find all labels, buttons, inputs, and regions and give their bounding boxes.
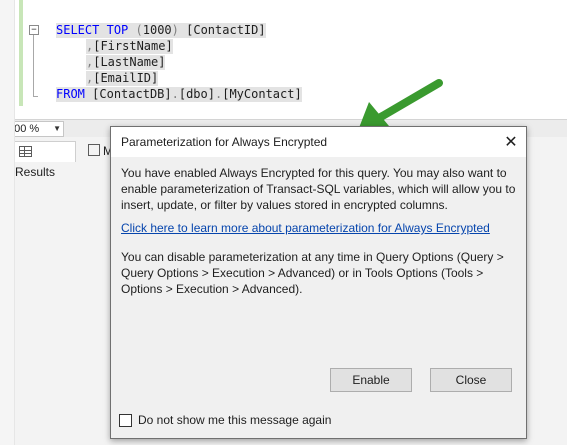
code-line-2[interactable]: ,[FirstName] xyxy=(86,39,173,54)
dialog-titlebar[interactable]: Parameterization for Always Encrypted ✕ xyxy=(111,127,526,157)
code-line-5[interactable]: FROM [ContactDB].[dbo].[MyContact] xyxy=(56,87,302,102)
close-icon[interactable]: ✕ xyxy=(496,127,526,157)
fold-guide xyxy=(33,35,34,97)
dialog-description: You have enabled Always Encrypted for th… xyxy=(121,166,516,212)
column-lastname: [LastName] xyxy=(93,55,166,69)
column-firstname: [FirstName] xyxy=(93,39,173,53)
schema-name: [dbo] xyxy=(178,87,215,101)
dialog-disable-info: You can disable parameterization at any … xyxy=(121,250,504,296)
query-editor[interactable]: ⇨ − SELECT TOP (1000) [ContactID] ,[Firs… xyxy=(0,0,567,119)
database-name: [ContactDB] xyxy=(92,87,172,101)
dont-show-again-checkbox[interactable] xyxy=(119,414,132,427)
code-line-1[interactable]: SELECT TOP (1000) [ContactID] xyxy=(56,23,266,38)
fold-guide-end xyxy=(33,96,38,97)
dot: . xyxy=(171,87,179,101)
message-icon xyxy=(88,144,100,156)
column-emailid: [EmailID] xyxy=(93,71,159,85)
dont-show-again-label[interactable]: Do not show me this message again xyxy=(138,413,331,427)
paren-open: ( xyxy=(135,23,143,37)
parameterization-dialog: Parameterization for Always Encrypted ✕ … xyxy=(110,126,527,439)
left-strip xyxy=(0,0,15,445)
dialog-title: Parameterization for Always Encrypted xyxy=(121,135,328,149)
table-name: [MyContact] xyxy=(222,87,302,101)
enable-button[interactable]: Enable xyxy=(330,368,412,392)
paren-close: ) xyxy=(171,23,179,37)
learn-more-link[interactable]: Click here to learn more about parameter… xyxy=(121,221,490,235)
close-button[interactable]: Close xyxy=(430,368,512,392)
change-margin-bar xyxy=(19,0,23,106)
column-contactid: [ContactID] xyxy=(186,23,266,37)
code-line-3[interactable]: ,[LastName] xyxy=(86,55,166,70)
collapse-icon[interactable]: − xyxy=(29,25,39,35)
tab-results-label: Results xyxy=(15,165,56,179)
code-line-4[interactable]: ,[EmailID] xyxy=(86,71,159,86)
keyword-from: FROM xyxy=(56,87,85,101)
keyword-top: TOP xyxy=(106,23,129,37)
top-value: 1000 xyxy=(142,23,172,37)
tab-results[interactable]: Results xyxy=(14,141,76,179)
chevron-down-icon: ▼ xyxy=(53,124,61,133)
keyword-select: SELECT xyxy=(56,23,100,37)
grid-icon xyxy=(19,146,32,157)
